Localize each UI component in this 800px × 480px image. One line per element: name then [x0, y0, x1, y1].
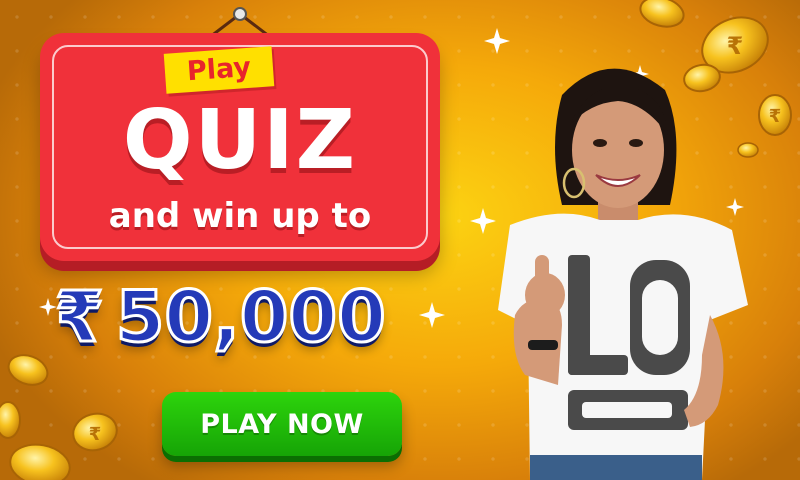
subheadline: and win up to [108, 196, 372, 236]
quiz-promo-banner[interactable]: ₹ ₹ ₹ Play QUIZ and win up to ₹ 50,000 P… [0, 0, 800, 480]
prize-amount: 50,000 [114, 275, 387, 360]
play-now-button[interactable]: PLAY NOW [162, 392, 402, 456]
woman-thumbs-up-image [498, 68, 748, 480]
play-tag-text: Play [185, 51, 252, 88]
prize-amount-display: ₹50,000 [54, 272, 465, 362]
rupee-symbol: ₹ [54, 275, 106, 360]
headline-quiz: QUIZ [122, 93, 358, 188]
nail-icon [233, 7, 247, 21]
